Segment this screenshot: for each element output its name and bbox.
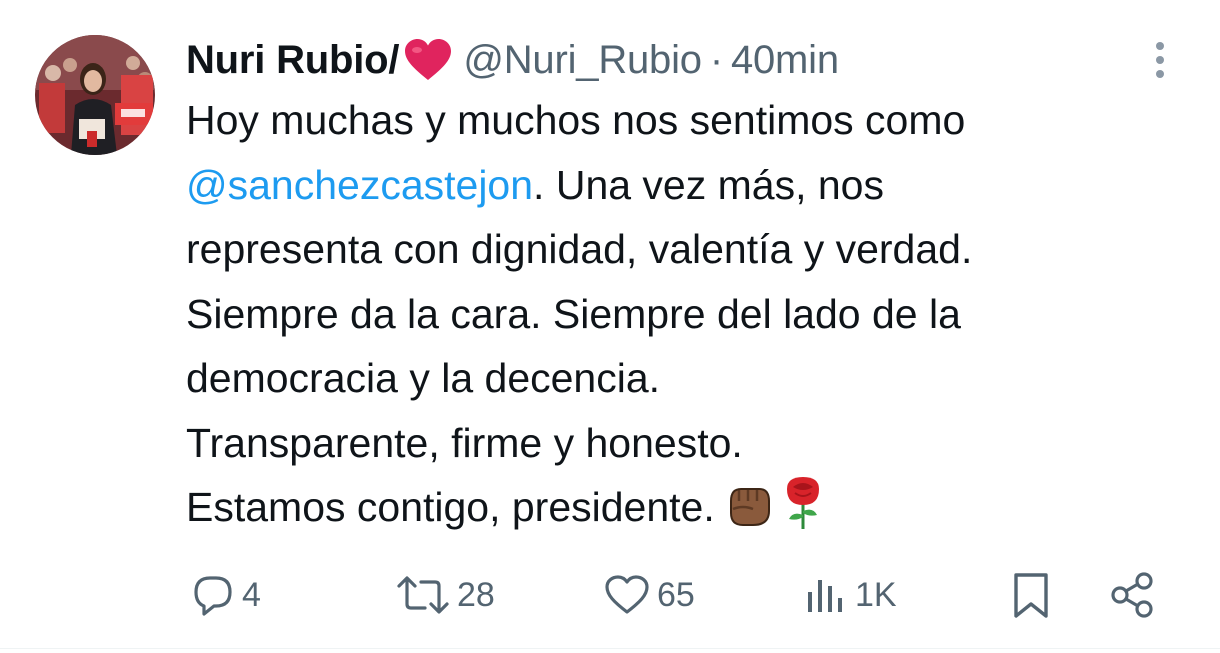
bookmark-button[interactable] <box>1008 560 1054 630</box>
share-icon <box>1108 570 1158 620</box>
author-avatar[interactable] <box>35 35 155 155</box>
retweet-icon <box>395 572 451 618</box>
tweet-text-fragment: . Una vez más, nos <box>533 161 884 208</box>
divider <box>0 648 1220 649</box>
raised-fist-icon <box>723 479 773 548</box>
red-heart-icon <box>403 38 453 82</box>
share-button[interactable] <box>1108 560 1158 630</box>
like-icon <box>603 572 651 618</box>
reply-button[interactable]: 4 <box>190 560 261 630</box>
tweet-text-line: Hoy muchas y muchos nos sentimos como <box>186 97 966 143</box>
action-bar: 4 28 65 1K <box>0 560 1220 630</box>
tweet-text-line: Estamos contigo, presidente. <box>186 475 1186 548</box>
author-name[interactable]: Nuri Rubio/ <box>186 38 400 83</box>
tweet-text-line: Siempre da la cara. Siempre del lado de … <box>186 290 961 337</box>
more-icon[interactable] <box>1148 40 1172 80</box>
like-button[interactable]: 65 <box>603 560 695 630</box>
separator-dot: · <box>709 37 723 82</box>
tweet-text-line: representa con dignidad, valentía y verd… <box>186 226 973 272</box>
views-button[interactable]: 1K <box>803 560 897 630</box>
tweet-card[interactable]: Nuri Rubio/ @Nuri_Rubio · 40min Hoy much… <box>0 0 1220 653</box>
rose-icon <box>781 475 825 548</box>
tweet-text-line: Transparente, firme y honesto. <box>186 419 743 466</box>
retweet-button[interactable]: 28 <box>395 560 495 630</box>
tweet-text-fragment: Estamos contigo, presidente. <box>186 484 715 530</box>
tweet-header: Nuri Rubio/ @Nuri_Rubio · 40min <box>186 32 839 88</box>
views-count: 1K <box>855 575 897 614</box>
tweet-text-line: @sanchezcastejon. Una vez más, nos <box>186 153 1186 218</box>
author-handle[interactable]: @Nuri_Rubio <box>463 38 702 83</box>
tweet-time[interactable]: 40min <box>731 38 839 83</box>
tweet-text: Hoy muchas y muchos nos sentimos como @s… <box>186 88 1186 548</box>
bookmark-icon <box>1008 570 1054 620</box>
retweet-count: 28 <box>457 575 495 614</box>
views-icon <box>803 572 849 618</box>
reply-icon <box>190 572 236 618</box>
reply-count: 4 <box>242 575 261 614</box>
tweet-text-line: democracia y la decencia. <box>186 355 661 401</box>
mention-link[interactable]: @sanchezcastejon <box>186 162 533 208</box>
like-count: 65 <box>657 575 695 614</box>
